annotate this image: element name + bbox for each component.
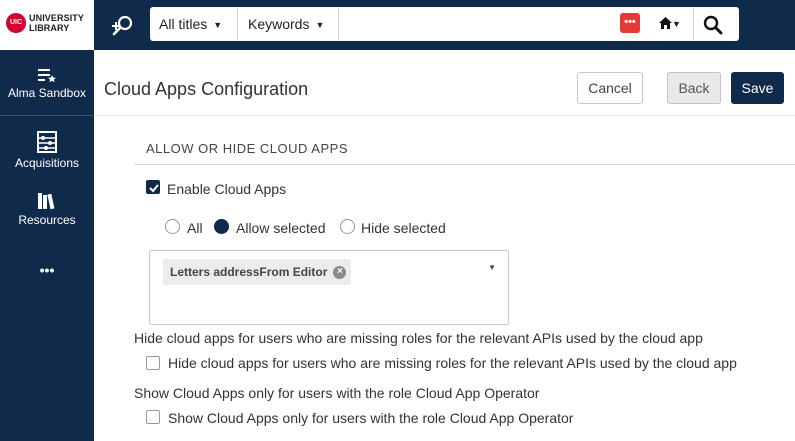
chevron-down-icon: ▼ (672, 19, 681, 29)
advanced-search-icon[interactable] (110, 13, 136, 39)
more-icon: ••• (39, 262, 55, 278)
section-title: ALLOW OR HIDE CLOUD APPS (146, 141, 348, 156)
logo-line-2: LIBRARY (29, 23, 70, 33)
save-button[interactable]: Save (731, 72, 784, 104)
logo-text: UNIVERSITY LIBRARY (29, 13, 84, 33)
hide-missing-roles-checkbox[interactable] (146, 356, 160, 370)
radio-hide-selected-label[interactable]: Hide selected (361, 220, 446, 236)
sidebar-item-acquisitions[interactable]: Acquisitions (0, 131, 94, 170)
search-scope-dropdown[interactable]: All titles ▼ (159, 7, 222, 41)
radio-all-label[interactable]: All (187, 220, 203, 236)
section-divider (134, 164, 795, 165)
logo-line-1: UNIVERSITY (29, 13, 85, 23)
abacus-icon (37, 131, 57, 153)
divider (237, 7, 238, 41)
home-scope-button[interactable]: ▼ (659, 7, 689, 41)
operator-only-checkbox[interactable] (146, 410, 160, 424)
radio-hide-selected[interactable] (340, 219, 355, 234)
hide-missing-roles-label[interactable]: Hide cloud apps for users who are missin… (168, 355, 737, 371)
search-scope-value: All titles (159, 16, 208, 32)
search-icon (703, 15, 723, 35)
chevron-down-icon: ▼ (213, 20, 223, 30)
books-icon (38, 193, 55, 210)
chip-label: Letters addressFrom Editor (170, 265, 328, 279)
back-button[interactable]: Back (667, 72, 721, 104)
operator-only-label[interactable]: Show Cloud Apps only for users with the … (168, 410, 573, 426)
search-button[interactable] (702, 14, 724, 36)
remove-chip-icon[interactable]: × (333, 266, 347, 279)
list-star-icon (38, 69, 56, 83)
missing-roles-heading: Hide cloud apps for users who are missin… (134, 330, 703, 346)
cloud-apps-multiselect[interactable]: Letters addressFrom Editor × ▼ (149, 250, 509, 325)
chevron-down-icon: ▼ (315, 20, 325, 30)
sidebar-more-button[interactable]: ••• (0, 262, 94, 278)
sidebar-divider (0, 115, 94, 116)
page-header: Cloud Apps Configuration Cancel Back Sav… (94, 60, 795, 116)
sidebar-item-label: Acquisitions (14, 156, 80, 170)
logo-badge: UIC (6, 13, 26, 33)
selected-app-chip: Letters addressFrom Editor × (163, 259, 352, 285)
radio-allow-selected[interactable] (214, 219, 229, 234)
university-library-logo[interactable]: UIC UNIVERSITY LIBRARY (0, 0, 94, 50)
checkmark-icon (149, 184, 159, 193)
operator-role-heading: Show Cloud Apps only for users with the … (134, 385, 540, 401)
search-field-value: Keywords (248, 16, 310, 32)
top-bar: UIC UNIVERSITY LIBRARY All titles ▼ Keywo… (0, 0, 795, 50)
extension-icon[interactable]: ••• (620, 13, 640, 33)
sidebar-item-label: Resources (18, 213, 76, 227)
enable-cloud-apps-checkbox[interactable] (146, 180, 160, 194)
left-sidebar: Alma Sandbox Acquisitions Resources ••• (0, 50, 94, 441)
home-icon (659, 17, 672, 29)
radio-all[interactable] (165, 219, 180, 234)
cancel-button[interactable]: Cancel (577, 72, 643, 104)
divider (693, 7, 694, 41)
enable-cloud-apps-label[interactable]: Enable Cloud Apps (167, 181, 286, 197)
search-bar: All titles ▼ Keywords ▼ ••• ▼ (150, 7, 739, 41)
chevron-down-icon[interactable]: ▼ (488, 263, 496, 272)
radio-allow-selected-label[interactable]: Allow selected (236, 220, 326, 236)
divider (338, 7, 339, 41)
sidebar-item-alma-sandbox[interactable]: Alma Sandbox (0, 67, 94, 100)
sidebar-item-resources[interactable]: Resources (0, 192, 94, 227)
page-title: Cloud Apps Configuration (104, 79, 309, 99)
sidebar-item-label: Alma Sandbox (7, 86, 87, 100)
search-field-dropdown[interactable]: Keywords ▼ (248, 7, 324, 41)
